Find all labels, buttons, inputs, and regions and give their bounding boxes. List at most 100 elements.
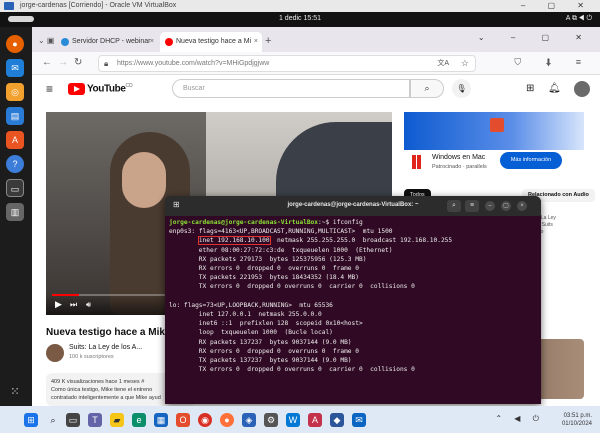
term-line	[169, 237, 199, 244]
next-icon[interactable]: ⏭	[70, 300, 77, 310]
terminal-output[interactable]: jorge-cardenas@jorge-cardenas-VirtualBox…	[169, 218, 537, 374]
term-line: RX packets 137237 bytes 9037144 (9.0 MB)	[169, 338, 352, 346]
youtube-logo-icon[interactable]	[68, 83, 85, 95]
channel-avatar[interactable]	[46, 344, 64, 362]
tray-icons[interactable]: ⌃ ◀ ⏻	[495, 414, 544, 424]
virtualbox-taskbar-icon[interactable]: ◈	[242, 413, 256, 427]
volume-icon[interactable]: 🔊︎	[86, 300, 91, 310]
bookmark-star-icon[interactable]: ☆	[461, 56, 469, 71]
play-icon[interactable]: ▶	[55, 299, 62, 310]
windows-taskbar: ⊞ ⌕ ▭ T ▰ e ▦ O ◉ ● ◈ ⚙ W A ◆ ✉ ⌃ ◀ ⏻ 03…	[0, 406, 600, 433]
system-tray[interactable]: A ⧉ ◀ ⏻	[566, 15, 592, 23]
url-bar[interactable]: 🔒︎ https://www.youtube.com/watch?v=MHiGp…	[98, 55, 476, 72]
term-line: inet 127.0.0.1 netmask 255.0.0.0	[169, 311, 322, 319]
term-line: TX packets 137237 bytes 9037144 (9.0 MB)	[169, 357, 352, 365]
terminal-titlebar[interactable]: ⊞ jorge-cardenas@jorge-cardenas-VirtualB…	[165, 196, 541, 216]
menu-icon[interactable]: ≡	[46, 82, 53, 96]
chrome-icon[interactable]: ◉	[198, 413, 212, 427]
file-explorer-icon[interactable]: ▰	[110, 413, 124, 427]
app-icon[interactable]: ◆	[330, 413, 344, 427]
vm-titlebar: jorge-cardenas [Corriendo] - Oracle VM V…	[0, 0, 600, 12]
toolbar-icons[interactable]: ⛉ ⬇ ≡	[514, 57, 592, 68]
prompt-user: jorge-cardenas@jorge-cardenas-VirtualBox	[169, 219, 319, 226]
prompt-command: :~$ ifconfig	[318, 219, 363, 226]
close-tab-icon[interactable]: ×	[254, 32, 258, 52]
rhythmbox-icon[interactable]: ◎	[6, 83, 24, 101]
term-line: enp0s3:	[169, 228, 199, 236]
tab-strip: ⌄ ▣ Servidor DHCP - webinar × Nueva test…	[32, 27, 600, 52]
tab-favicon	[165, 38, 173, 46]
term-line: TX packets 221953 bytes 18434352 (18.4 M…	[169, 274, 359, 282]
show-apps-icon[interactable]: ⁙	[6, 383, 24, 401]
term-line: RX packets 279173 bytes 125375956 (125.3…	[169, 255, 367, 263]
mail-icon[interactable]: ✉	[352, 413, 366, 427]
notifications-icon[interactable]: 🔔︎	[548, 83, 561, 94]
thunderbird-icon[interactable]: ✉	[6, 59, 24, 77]
terminal-dock-icon[interactable]: ▭	[6, 179, 24, 197]
terminal-menu-icon[interactable]: ≡	[465, 200, 479, 212]
term-line: netmask 255.255.255.0 broadcast 192.168.…	[269, 237, 453, 245]
topbar-clock[interactable]: 1 dedic 15:51	[0, 15, 600, 22]
help-icon[interactable]: ?	[6, 155, 24, 173]
term-line: TX errors 0 dropped 0 overruns 0 carrier…	[169, 366, 415, 374]
task-view-icon[interactable]: ▭	[66, 413, 80, 427]
firefox-taskbar-icon[interactable]: ●	[220, 413, 234, 427]
files-icon[interactable]: ▥	[6, 203, 24, 221]
ad-more-info-button[interactable]: Más información	[500, 152, 562, 169]
channel-name[interactable]: Suits: La Ley de los A...	[69, 344, 142, 351]
tab-favicon	[61, 38, 69, 46]
term-line: loop txqueuelen 1000 (Bucle local)	[169, 329, 333, 337]
tab-youtube[interactable]: Nueva testigo hace a Mi ×	[160, 32, 262, 52]
terminal-window[interactable]: ⊞ jorge-cardenas@jorge-cardenas-VirtualB…	[165, 196, 541, 404]
search-input[interactable]: Buscar	[172, 79, 410, 98]
translate-icon[interactable]: 文A	[437, 56, 449, 71]
term-line: TX errors 0 dropped 0 overruns 0 carrier…	[169, 283, 415, 291]
close-tab-icon[interactable]: ×	[150, 32, 154, 52]
tab-list-icon[interactable]: ⌄ ▣	[38, 36, 54, 45]
close-icon[interactable]: ×	[517, 201, 527, 211]
teams-icon[interactable]: T	[88, 413, 102, 427]
maximize-icon[interactable]: ▢	[501, 201, 511, 211]
channel-subscribers: 100 k suscriptores	[69, 354, 114, 360]
ad-title[interactable]: Windows en Mac	[432, 154, 485, 161]
store-icon[interactable]: ▦	[154, 413, 168, 427]
avatar[interactable]	[574, 81, 590, 97]
taskbar-clock[interactable]: 03:51 p.m. 01/10/2024	[562, 412, 592, 428]
back-icon[interactable]: ←	[42, 57, 52, 68]
office-icon[interactable]: O	[176, 413, 190, 427]
search-icon[interactable]: ⌕	[46, 413, 60, 427]
term-line: RX errors 0 dropped 0 overruns 0 frame 0	[169, 265, 359, 273]
create-icon[interactable]: ⊞	[526, 83, 534, 94]
terminal-search-icon[interactable]: ⌕	[447, 200, 461, 212]
start-icon[interactable]: ⊞	[24, 413, 38, 427]
mic-icon[interactable]: 🎙︎	[452, 79, 471, 98]
tab-label: Nueva testigo hace a Mi	[176, 38, 252, 45]
forward-icon[interactable]: →	[58, 57, 68, 68]
lock-icon[interactable]: 🔒︎	[104, 56, 108, 71]
ad-banner-image[interactable]	[404, 112, 584, 150]
word-icon[interactable]: W	[286, 413, 300, 427]
window-controls[interactable]: – ▢ ✕	[521, 0, 594, 12]
reload-icon[interactable]: ↻	[74, 57, 82, 68]
pdf-icon[interactable]: A	[308, 413, 322, 427]
edge-icon[interactable]: e	[132, 413, 146, 427]
term-line: inet6 ::1 prefixlen 128 scopeid 0x10<hos…	[169, 320, 363, 328]
ad-subtitle: Patrocinado · parallels	[432, 164, 487, 170]
vm-window-title: jorge-cardenas [Corriendo] - Oracle VM V…	[20, 2, 177, 9]
writer-icon[interactable]: ▤	[6, 107, 24, 125]
new-tab-button[interactable]: +	[265, 35, 271, 47]
term-line: RX errors 0 dropped 0 overruns 0 frame 0	[169, 347, 359, 355]
firefox-icon[interactable]: ●	[6, 35, 24, 53]
youtube-header: ≡ YouTubeCO Buscar ⌕ 🎙︎ ⊞ 🔔︎	[32, 75, 600, 103]
tab-dhcp[interactable]: Servidor DHCP - webinar ×	[56, 32, 158, 52]
nav-bar: ← → ↻ 🔒︎ https://www.youtube.com/watch?v…	[32, 52, 600, 75]
minimize-icon[interactable]: –	[485, 201, 495, 211]
tab-label: Servidor DHCP - webinar	[72, 38, 151, 45]
software-center-icon[interactable]: A	[6, 131, 24, 149]
ubuntu-topbar: 1 dedic 15:51 A ⧉ ◀ ⏻	[0, 12, 600, 27]
ubuntu-dock: ● ✉ ◎ ▤ A ? ▭ ▥ ⁙	[0, 27, 32, 406]
settings-icon[interactable]: ⚙	[264, 413, 278, 427]
browser-window-controls[interactable]: ⌄ – ▢ ✕	[478, 33, 594, 42]
youtube-logo-text[interactable]: YouTubeCO	[87, 83, 133, 94]
search-button[interactable]: ⌕	[410, 79, 444, 98]
